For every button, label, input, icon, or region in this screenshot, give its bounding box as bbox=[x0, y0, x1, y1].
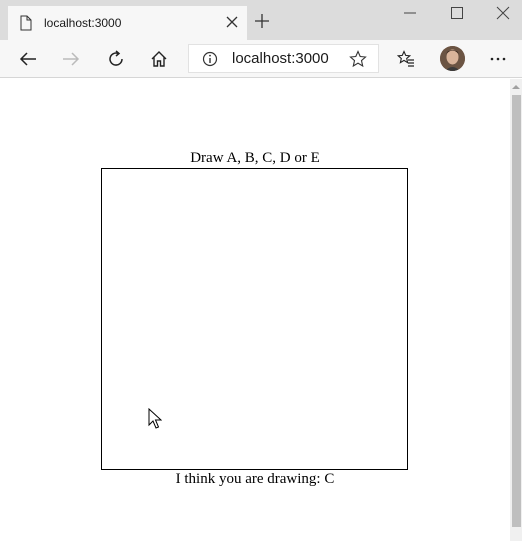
page-icon bbox=[20, 15, 32, 31]
tab-close-icon[interactable] bbox=[226, 16, 238, 28]
favorites-icon[interactable] bbox=[397, 50, 415, 68]
avatar-face-icon bbox=[440, 46, 465, 71]
prediction-value: C bbox=[324, 471, 335, 487]
prediction-prefix: I think you are drawing: bbox=[175, 471, 325, 487]
tab-localhost[interactable]: localhost:3000 bbox=[8, 6, 247, 40]
close-window-icon[interactable] bbox=[496, 6, 510, 20]
address-text[interactable]: localhost:3000 bbox=[232, 50, 329, 68]
scrollbar-thumb[interactable] bbox=[512, 95, 521, 527]
refresh-icon[interactable] bbox=[107, 50, 125, 68]
toolbar: localhost:3000 bbox=[0, 40, 522, 78]
mouse-cursor-icon bbox=[148, 408, 162, 429]
forward-icon[interactable] bbox=[62, 50, 80, 68]
minimize-icon[interactable] bbox=[403, 6, 417, 20]
page-content: Draw A, B, C, D or E I think you are dra… bbox=[0, 79, 510, 541]
address-bar[interactable]: localhost:3000 bbox=[188, 44, 379, 73]
avatar[interactable] bbox=[440, 46, 465, 71]
prediction-text: I think you are drawing: C bbox=[0, 470, 510, 488]
tab-strip: localhost:3000 bbox=[0, 0, 522, 40]
tab-title: localhost:3000 bbox=[44, 16, 122, 30]
scroll-up-icon[interactable] bbox=[512, 83, 520, 91]
maximize-icon[interactable] bbox=[450, 6, 464, 20]
page-heading: Draw A, B, C, D or E bbox=[190, 150, 320, 166]
back-icon[interactable] bbox=[19, 50, 37, 68]
new-tab-icon[interactable] bbox=[255, 14, 269, 28]
star-icon[interactable] bbox=[349, 50, 367, 68]
vertical-scrollbar[interactable] bbox=[510, 79, 522, 541]
info-icon[interactable] bbox=[202, 51, 218, 67]
home-icon[interactable] bbox=[150, 50, 168, 68]
more-icon[interactable] bbox=[489, 50, 507, 68]
